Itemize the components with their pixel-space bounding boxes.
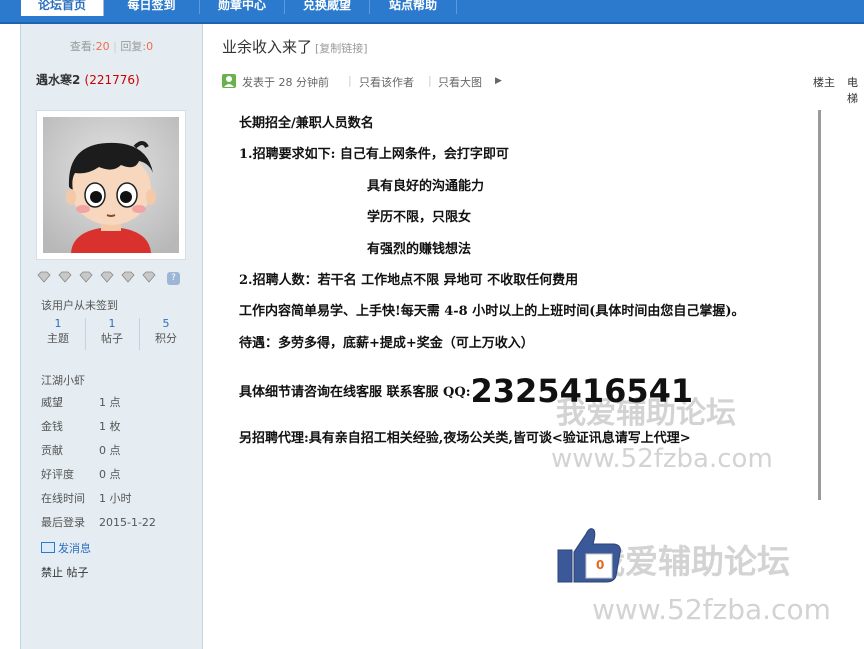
nav-tab-home[interactable]: 论坛首页: [21, 0, 104, 16]
diamond-icon: [121, 271, 135, 283]
like-count: 0: [596, 558, 605, 572]
user-group[interactable]: 江湖小虾: [41, 372, 85, 388]
post-meta: 发表于 28 分钟前 | 只看该作者 | 只看大图 ▶: [222, 73, 522, 91]
thumbs-up-icon: [557, 528, 621, 583]
count-points[interactable]: 5 积分: [139, 316, 193, 347]
thread-title-line: 业余收入来了 [复制链接]: [222, 36, 368, 57]
send-message-label: 发消息: [58, 542, 91, 555]
content-line: 学历不限，只限女: [367, 210, 472, 225]
thread-title: 业余收入来了: [222, 38, 313, 56]
info-value: 1 枚: [99, 420, 121, 433]
thread-stats: 查看:20 | 回复:0: [69, 40, 154, 53]
online-status-icon: [222, 74, 236, 88]
diamond-icon: [100, 271, 114, 283]
floor-label: 楼主: [813, 76, 835, 89]
watermark-url-2: www.52fzba.com: [592, 593, 831, 626]
content-line: 2.招聘人数：若干名 工作地点不限 异地可 不收取任何费用: [239, 273, 579, 288]
diamond-icon: [58, 271, 72, 283]
diamond-icon: [37, 271, 51, 283]
count-label: 积分: [155, 332, 177, 345]
author-uid: 221776: [89, 73, 136, 87]
info-value: 0 点: [99, 468, 121, 481]
diamond-icon: [79, 271, 93, 283]
info-key: 金钱: [41, 420, 63, 433]
info-key: 威望: [41, 396, 63, 409]
contact-prefix: 具体细节请咨询在线客服 联系客服 QQ:: [239, 385, 471, 400]
count-value: 1: [108, 317, 116, 330]
content-line: 有强烈的赚钱想法: [367, 242, 472, 257]
avatar-image: [43, 117, 179, 253]
info-row-online-time: 在线时间 1 小时: [41, 490, 132, 506]
like-button[interactable]: [556, 524, 626, 586]
info-row-contribution: 贡献 0 点: [41, 442, 121, 458]
only-author-link[interactable]: 只看该作者: [359, 74, 414, 90]
copy-link-button[interactable]: [复制链接]: [315, 42, 368, 55]
qq-number: 2325416541: [470, 372, 694, 410]
count-threads[interactable]: 1 主题: [31, 316, 85, 347]
author-line: 遇水寒2 (221776): [36, 73, 140, 87]
triangle-right-icon[interactable]: ▶: [495, 76, 502, 86]
content-line: 待遇：多劳多得，底薪+提成+奖金（可上万收入）: [239, 336, 534, 351]
nav-tab-signin[interactable]: 每日签到: [104, 0, 200, 14]
count-posts[interactable]: 1 帖子: [85, 316, 139, 347]
info-value: 1 点: [99, 396, 121, 409]
content-line: 具有良好的沟通能力: [367, 179, 485, 194]
count-value: 1: [54, 317, 62, 330]
post-content: 长期招全/兼职人员数名 1.招聘要求如下: 自己有上网条件，会打字即可 具有良好…: [222, 102, 820, 500]
nav-tab-medals[interactable]: 勋章中心: [200, 0, 285, 14]
nav-tab-help[interactable]: 站点帮助: [370, 0, 457, 14]
avatar[interactable]: [36, 110, 186, 260]
help-icon[interactable]: ?: [167, 272, 180, 285]
info-value: 1 小时: [99, 492, 132, 505]
replies-count: 0: [146, 40, 154, 53]
user-counts: 1 主题 1 帖子 5 积分: [31, 316, 193, 352]
info-key: 贡献: [41, 444, 63, 457]
content-line: 工作内容简单易学、上手快!每天需 4-8 小时以上的上班时间(具体时间由您自己掌…: [239, 304, 745, 319]
post-time: 发表于 28 分钟前: [242, 76, 329, 89]
info-key: 在线时间: [41, 492, 85, 505]
signin-status: 该用户从未签到: [41, 299, 118, 312]
nav-tab-exchange[interactable]: 兑换威望: [285, 0, 370, 14]
info-value: 0 点: [99, 444, 121, 457]
info-row-money: 金钱 1 枚: [41, 418, 121, 434]
elevator-link[interactable]: 电梯: [847, 74, 864, 106]
count-value: 5: [162, 317, 170, 330]
ban-link[interactable]: 禁止 帖子: [41, 564, 89, 580]
contact-line: 具体细节请咨询在线客服 联系客服 QQ:2325416541: [239, 372, 693, 410]
author-sidebar: 查看:20 | 回复:0 遇水寒2 (221776) ? 该用户从未签到 1 主…: [20, 24, 203, 649]
top-nav: 论坛首页 每日签到 勋章中心 兑换威望 站点帮助: [0, 0, 864, 24]
info-row-rating: 好评度 0 点: [41, 466, 121, 482]
count-label: 帖子: [101, 332, 123, 345]
cartoon-boy-icon: [43, 117, 179, 253]
diamond-icon: [142, 271, 156, 283]
views-label: 查看:: [69, 40, 96, 53]
info-key: 好评度: [41, 468, 74, 481]
only-big-images-link[interactable]: 只看大图: [438, 74, 482, 90]
content-line: 长期招全/兼职人员数名: [239, 116, 374, 131]
send-message-link[interactable]: 发消息: [41, 540, 91, 556]
content-divider: [818, 110, 821, 500]
replies-label: 回复:: [120, 40, 147, 53]
info-row-last-login: 最后登录 2015-1-22: [41, 514, 156, 530]
content-line: 1.招聘要求如下: 自己有上网条件，会打字即可: [239, 147, 509, 162]
author-name[interactable]: 遇水寒2: [36, 73, 80, 87]
info-value: 2015-1-22: [99, 516, 156, 529]
mail-icon: [41, 542, 55, 553]
info-key: 最后登录: [41, 516, 85, 529]
content-line: 另招聘代理:具有亲自招工相关经验,夜场公关类,皆可谈<验证讯息请写上代理>: [239, 431, 691, 446]
count-label: 主题: [47, 332, 69, 345]
info-row-prestige: 威望 1 点: [41, 394, 121, 410]
views-count: 20: [95, 40, 110, 53]
